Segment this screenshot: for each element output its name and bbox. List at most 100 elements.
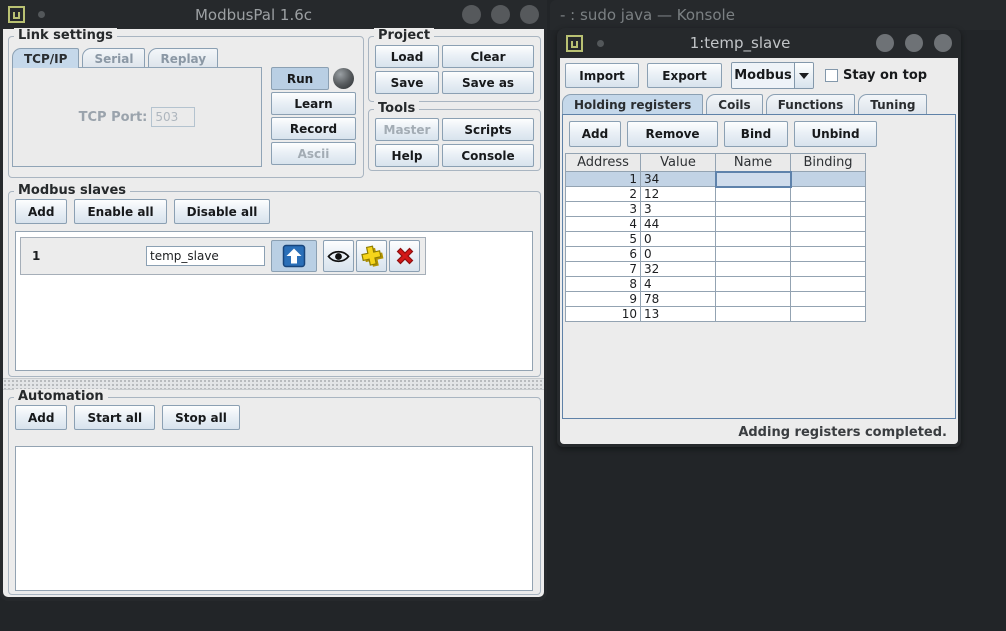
slave-view-button[interactable] [323,240,354,272]
tab-replay[interactable]: Replay [148,48,218,68]
register-remove-button[interactable]: Remove [627,121,718,147]
automation-add-button[interactable]: Add [15,405,67,430]
cell-value[interactable]: 3 [641,202,716,217]
close-button[interactable] [934,34,952,52]
cell-binding[interactable] [791,247,866,262]
scripts-button[interactable]: Scripts [442,118,534,141]
cell-value[interactable]: 0 [641,247,716,262]
import-button[interactable]: Import [565,63,639,88]
save-as-button[interactable]: Save as [442,71,534,94]
cell-name[interactable] [716,232,791,247]
cell-binding[interactable] [791,277,866,292]
cell-binding[interactable] [791,232,866,247]
slave-editor-titlebar[interactable]: 1:temp_slave [557,28,961,58]
cell-name[interactable] [716,307,791,322]
disable-all-button[interactable]: Disable all [174,199,271,224]
cell-address[interactable]: 10 [566,307,641,322]
cell-address[interactable]: 6 [566,247,641,262]
cell-address[interactable]: 8 [566,277,641,292]
protocol-dropdown[interactable]: Modbus [731,62,814,89]
table-row[interactable]: 444 [566,217,866,232]
cell-address[interactable]: 5 [566,232,641,247]
cell-address[interactable]: 1 [566,172,641,187]
cell-name[interactable] [716,292,791,307]
table-row[interactable]: 134 [566,172,866,187]
slave-add-button[interactable]: Add [15,199,67,224]
maximize-button[interactable] [491,5,510,24]
help-button[interactable]: Help [375,144,439,167]
tab-functions[interactable]: Functions [766,94,856,114]
konsole-titlebar[interactable]: - : sudo java — Konsole [550,0,1006,30]
table-row[interactable]: 1013 [566,307,866,322]
cell-name[interactable] [716,277,791,292]
cell-address[interactable]: 3 [566,202,641,217]
cell-address[interactable]: 4 [566,217,641,232]
cell-address[interactable]: 9 [566,292,641,307]
window-menu-icon[interactable] [566,35,583,52]
maximize-button[interactable] [905,34,923,52]
cell-value[interactable]: 13 [641,307,716,322]
start-all-button[interactable]: Start all [74,405,155,430]
table-row[interactable]: 60 [566,247,866,262]
column-header-binding[interactable]: Binding [791,154,866,172]
slave-duplicate-button[interactable] [356,240,387,272]
cell-name[interactable] [716,187,791,202]
run-button[interactable]: Run [271,67,329,90]
cell-binding[interactable] [791,217,866,232]
slave-name-field[interactable] [146,246,265,266]
cell-value[interactable]: 34 [641,172,716,187]
tab-tcpip[interactable]: TCP/IP [12,48,79,68]
export-button[interactable]: Export [647,63,722,88]
save-button[interactable]: Save [375,71,439,94]
console-button[interactable]: Console [442,144,534,167]
clear-button[interactable]: Clear [442,45,534,68]
tcp-port-field[interactable] [151,107,195,127]
slave-enabled-toggle[interactable] [271,240,317,272]
cell-address[interactable]: 7 [566,262,641,277]
minimize-button[interactable] [876,34,894,52]
dropdown-arrow-icon[interactable] [795,63,813,88]
table-row[interactable]: 732 [566,262,866,277]
slave-delete-button[interactable] [389,240,420,272]
table-row[interactable]: 978 [566,292,866,307]
table-row[interactable]: 212 [566,187,866,202]
cell-name[interactable] [716,217,791,232]
tab-serial[interactable]: Serial [82,48,145,68]
cell-value[interactable]: 0 [641,232,716,247]
cell-value[interactable]: 12 [641,187,716,202]
record-button[interactable]: Record [271,117,356,140]
cell-name[interactable] [716,262,791,277]
cell-name[interactable] [716,172,791,187]
enable-all-button[interactable]: Enable all [74,199,166,224]
cell-name[interactable] [716,247,791,262]
tab-holding-registers[interactable]: Holding registers [562,94,703,114]
minimize-button[interactable] [462,5,481,24]
register-bind-button[interactable]: Bind [724,121,788,147]
cell-binding[interactable] [791,172,866,187]
slave-row[interactable]: 1 [20,237,426,275]
window-pin-icon[interactable] [597,40,604,47]
cell-value[interactable]: 78 [641,292,716,307]
close-button[interactable] [520,5,539,24]
stop-all-button[interactable]: Stop all [162,405,240,430]
register-unbind-button[interactable]: Unbind [794,121,877,147]
cell-binding[interactable] [791,292,866,307]
table-row[interactable]: 33 [566,202,866,217]
table-row[interactable]: 50 [566,232,866,247]
register-add-button[interactable]: Add [569,121,621,147]
stay-on-top-checkbox[interactable] [825,69,838,82]
window-pin-icon[interactable] [38,11,45,18]
learn-button[interactable]: Learn [271,92,356,115]
cell-binding[interactable] [791,262,866,277]
cell-name[interactable] [716,202,791,217]
table-row[interactable]: 84 [566,277,866,292]
modbuspal-titlebar[interactable]: ModbusPal 1.6c [0,0,547,29]
cell-address[interactable]: 2 [566,187,641,202]
cell-binding[interactable] [791,307,866,322]
column-header-value[interactable]: Value [641,154,716,172]
column-header-address[interactable]: Address [566,154,641,172]
load-button[interactable]: Load [375,45,439,68]
tab-tuning[interactable]: Tuning [858,94,927,114]
cell-value[interactable]: 4 [641,277,716,292]
window-menu-icon[interactable] [8,6,25,23]
